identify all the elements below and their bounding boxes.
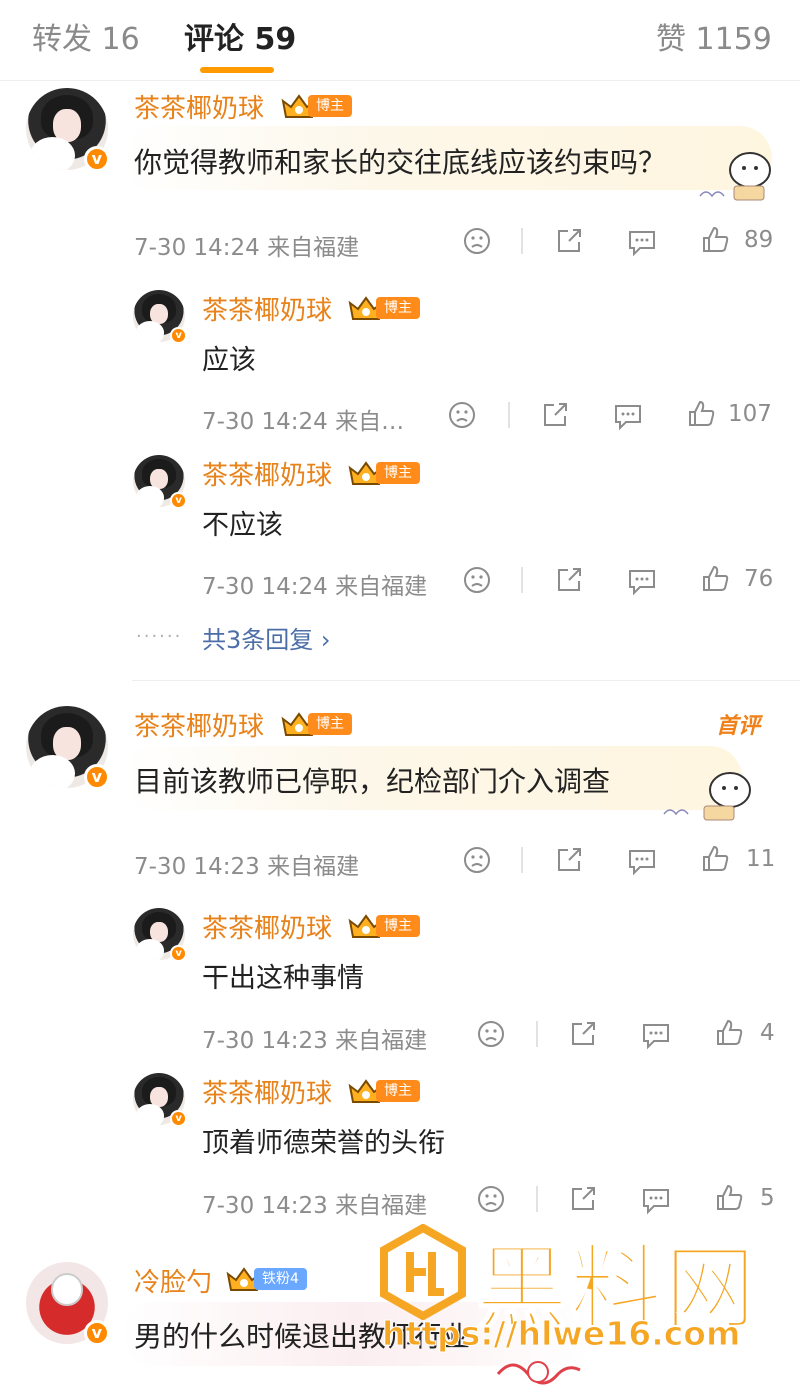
share-icon[interactable] [568,1019,598,1049]
first-comment-badge: 首评 [716,714,761,739]
like-button[interactable]: 11 [700,844,775,874]
dislike-icon[interactable] [447,400,477,430]
divider [536,1021,538,1047]
reply-icon[interactable] [640,1185,672,1215]
comment-meta: 7-30 14:24 来自福建 [134,235,360,261]
reply-meta: 7-30 14:24 来自… [202,409,405,435]
verified-icon: v [83,1319,110,1346]
comment-text: 目前该教师已停职，纪检部门介入调查 [134,765,611,798]
reply-meta: 7-30 14:23 来自福建 [202,1193,428,1219]
thumbs-up-icon [703,845,729,871]
divider [521,228,523,254]
blogger-badge: 博主 [308,713,352,735]
reply-text: 不应该 [202,510,283,541]
like-count: 107 [728,401,772,427]
username[interactable]: 茶茶椰奶球 [134,88,264,125]
like-button[interactable]: 5 [714,1183,775,1213]
verified-icon: v [83,763,110,790]
reply-icon[interactable] [612,401,644,431]
divider [521,567,523,593]
thumbs-up-icon [689,400,715,426]
divider [521,847,523,873]
blogger-badge: 博主 [308,95,352,117]
reply-username[interactable]: 茶茶椰奶球 [202,290,332,327]
reply-icon[interactable] [626,566,658,596]
divider [508,402,510,428]
like-count: 76 [744,566,774,592]
share-icon[interactable] [554,226,584,256]
reply-username[interactable]: 茶茶椰奶球 [202,1073,332,1110]
like-count: 4 [760,1020,775,1046]
blogger-badge: 博主 [376,462,420,484]
dislike-icon[interactable] [476,1184,506,1214]
reply-avatar[interactable]: v [133,908,187,962]
fan-level-badge: 铁粉4 [254,1268,307,1290]
ribbon-sticker-icon [496,1361,581,1385]
verified-icon: v [170,492,187,509]
share-icon[interactable] [568,1184,598,1214]
comment-tabs: 转发 16 评论 59 赞 1159 [0,0,800,81]
tab-likes[interactable]: 赞 1159 [656,14,772,58]
reply-icon[interactable] [640,1020,672,1050]
comment-text: 你觉得教师和家长的交往底线应该约束吗？ [134,146,667,179]
avatar[interactable]: v [26,706,110,790]
reply-username[interactable]: 茶茶椰奶球 [202,908,332,945]
thumbs-up-icon [717,1019,743,1045]
thumbs-up-icon [703,226,729,252]
comment-meta: 7-30 14:23 来自福建 [134,854,360,880]
reply-meta: 7-30 14:24 来自福建 [202,574,428,600]
share-icon[interactable] [554,565,584,595]
blogger-badge: 博主 [376,915,420,937]
like-button[interactable]: 89 [700,225,773,255]
reply-text: 应该 [202,345,256,376]
dislike-icon[interactable] [462,226,492,256]
reply-icon[interactable] [626,846,658,876]
avatar[interactable]: v [26,1262,110,1346]
watermark-url: https://hlwe16.com [381,1314,741,1354]
dislike-icon[interactable] [462,565,492,595]
username[interactable]: 茶茶椰奶球 [134,706,264,743]
share-icon[interactable] [540,400,570,430]
like-count: 11 [746,846,776,872]
like-button[interactable]: 4 [714,1018,775,1048]
blogger-badge: 博主 [376,297,420,319]
reply-avatar[interactable]: v [133,290,187,344]
active-tab-indicator [200,67,274,73]
more-replies-link[interactable]: 共3条回复 › [202,620,331,655]
reply-username[interactable]: 茶茶椰奶球 [202,455,332,492]
more-replies-dots: ······ [136,626,183,647]
blogger-badge: 博主 [376,1080,420,1102]
divider [536,1186,538,1212]
pochacco-sticker-icon [663,772,751,821]
reply-avatar[interactable]: v [133,455,187,509]
avatar[interactable]: v [26,88,110,172]
reply-text: 干出这种事情 [202,963,364,994]
thumbs-up-icon [703,565,729,591]
verified-icon: v [170,1110,187,1127]
reply-avatar[interactable]: v [133,1073,187,1127]
reply-icon[interactable] [626,227,658,257]
verified-icon: v [170,327,187,344]
reply-text: 顶着师德荣誉的头衔 [202,1128,445,1159]
comment-divider [132,680,800,681]
share-icon[interactable] [554,845,584,875]
watermark-logo-icon [380,1224,466,1320]
like-button[interactable]: 107 [686,399,772,429]
tab-reposts[interactable]: 转发 16 [32,14,140,58]
verified-icon: v [83,145,110,172]
like-count: 5 [760,1185,775,1211]
dislike-icon[interactable] [462,845,492,875]
reply-meta: 7-30 14:23 来自福建 [202,1028,428,1054]
username[interactable]: 冷脸勺 [134,1262,212,1299]
pochacco-sticker-icon [699,152,771,201]
watermark: 黑料网 https://hlwe16.com [380,1218,790,1388]
like-count: 89 [744,227,774,253]
verified-icon: v [170,945,187,962]
dislike-icon[interactable] [476,1019,506,1049]
thumbs-up-icon [717,1184,743,1210]
tab-comments[interactable]: 评论 59 [184,14,296,58]
like-button[interactable]: 76 [700,564,773,594]
